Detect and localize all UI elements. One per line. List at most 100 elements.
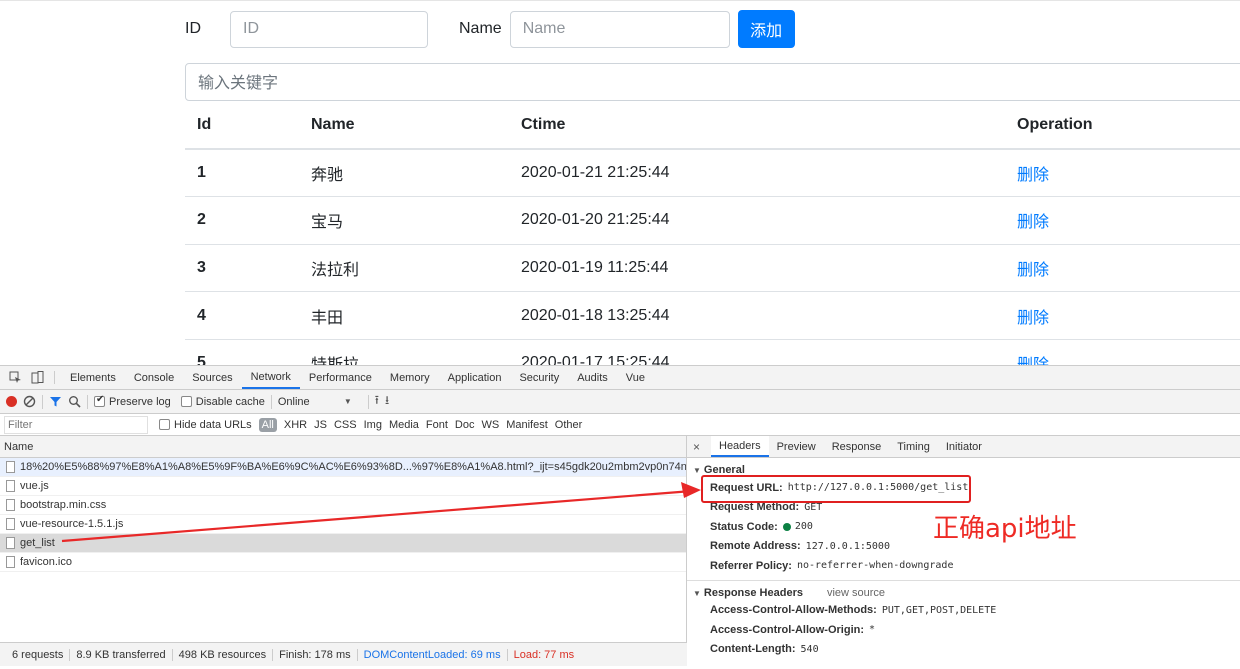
request-row-get-list[interactable]: get_list [0, 534, 686, 553]
car-table: Id Name Ctime Operation 1 奔驰 2020-01-21 … [185, 101, 1240, 365]
status-domcontentloaded: DOMContentLoaded: 69 ms [358, 648, 508, 661]
file-icon [6, 518, 15, 530]
detail-tab-bar: × Headers Preview Response Timing Initia… [687, 436, 1240, 458]
referrer-policy-row: Referrer Policy: no-referrer-when-downgra… [710, 559, 954, 572]
status-ok-icon [782, 522, 791, 531]
view-source-link[interactable]: view source [827, 587, 885, 599]
type-filter-js[interactable]: JS [314, 419, 327, 431]
search-input[interactable] [185, 63, 1240, 101]
triangle-down-icon: ▼ [693, 466, 701, 475]
tab-preview[interactable]: Preview [769, 436, 824, 457]
type-filter-doc[interactable]: Doc [455, 419, 475, 431]
delete-link[interactable]: 删除 [1017, 212, 1049, 231]
type-filter-all[interactable]: All [258, 417, 277, 432]
search-icon[interactable] [68, 395, 81, 408]
throttle-select[interactable]: Online [278, 396, 338, 408]
request-row[interactable]: bootstrap.min.css [0, 496, 686, 515]
tab-vue[interactable]: Vue [617, 366, 654, 389]
request-row[interactable]: 18%20%E5%88%97%E8%A1%A8%E5%9F%BA%E6%9C%A… [0, 458, 686, 477]
cell-ctime: 2020-01-17 15:25:44 [509, 339, 1005, 365]
close-icon[interactable]: × [693, 436, 711, 457]
type-filter-media[interactable]: Media [389, 419, 419, 431]
network-status-bar: 6 requests 8.9 KB transferred 498 KB res… [0, 642, 687, 666]
type-filter-img[interactable]: Img [364, 419, 382, 431]
type-filter-css[interactable]: CSS [334, 419, 357, 431]
request-url-highlight-box [701, 475, 971, 503]
status-finish: Finish: 178 ms [273, 648, 358, 661]
file-icon [6, 461, 15, 473]
table-header-row: Id Name Ctime Operation [185, 101, 1240, 150]
tab-application[interactable]: Application [439, 366, 511, 389]
type-filter-xhr[interactable]: XHR [284, 419, 307, 431]
response-header-row: Access-Control-Allow-Origin: * [710, 623, 876, 636]
tab-console[interactable]: Console [125, 366, 183, 389]
tab-elements[interactable]: Elements [61, 366, 125, 389]
tab-headers[interactable]: Headers [711, 436, 769, 457]
id-input[interactable] [230, 10, 428, 48]
record-icon[interactable] [6, 396, 17, 407]
file-icon [6, 556, 15, 568]
add-button[interactable]: 添加 [737, 10, 795, 48]
cell-name: 特斯拉 [299, 339, 509, 365]
tab-memory[interactable]: Memory [381, 366, 439, 389]
delete-link[interactable]: 删除 [1017, 355, 1049, 365]
hide-data-urls-checkbox[interactable]: Hide data URLs [159, 419, 252, 431]
table-row: 4 丰田 2020-01-18 13:25:44 删除 [185, 291, 1240, 340]
tab-audits[interactable]: Audits [568, 366, 617, 389]
tab-security[interactable]: Security [510, 366, 568, 389]
clear-icon[interactable] [23, 395, 36, 408]
request-row[interactable]: vue.js [0, 477, 686, 496]
delete-link[interactable]: 删除 [1017, 165, 1049, 184]
cell-name: 丰田 [299, 291, 509, 340]
cell-name: 奔驰 [299, 149, 509, 198]
name-label: Name [459, 20, 502, 37]
request-detail-pane: × Headers Preview Response Timing Initia… [687, 436, 1240, 669]
status-resources: 498 KB resources [173, 648, 274, 661]
device-toolbar-icon[interactable] [26, 366, 48, 389]
status-load: Load: 77 ms [513, 648, 575, 661]
export-har-icon[interactable]: ⭳ [385, 391, 389, 412]
devtools-tab-bar: Elements Console Sources Network Perform… [0, 366, 1240, 390]
type-filter-ws[interactable]: WS [481, 419, 499, 431]
tab-initiator[interactable]: Initiator [938, 436, 990, 457]
tab-network[interactable]: Network [241, 366, 300, 389]
col-header-ctime: Ctime [509, 101, 1005, 150]
response-header-row: Content-Length: 540 [710, 643, 819, 656]
file-icon [6, 499, 15, 511]
file-icon [6, 480, 15, 492]
cell-ctime: 2020-01-18 13:25:44 [509, 291, 1005, 340]
disable-cache-checkbox[interactable]: Disable cache [180, 396, 265, 408]
col-header-operation: Operation [1005, 101, 1240, 150]
table-row: 5 特斯拉 2020-01-17 15:25:44 删除 [185, 339, 1240, 365]
request-row[interactable]: vue-resource-1.5.1.js [0, 515, 686, 534]
tab-timing[interactable]: Timing [889, 436, 938, 457]
response-headers-toggle[interactable]: ▼ Response Headers view source [687, 587, 1240, 601]
request-row[interactable]: favicon.ico [0, 553, 686, 572]
name-input[interactable] [509, 10, 730, 48]
type-filter-manifest[interactable]: Manifest [506, 419, 548, 431]
cell-id: 5 [185, 339, 299, 365]
response-header-row: Access-Control-Allow-Methods: PUT,GET,POS… [710, 604, 997, 617]
type-filter-other[interactable]: Other [555, 419, 583, 431]
table-row: 1 奔驰 2020-01-21 21:25:44 删除 [185, 149, 1240, 198]
preserve-log-checkbox[interactable]: Preserve log [94, 394, 171, 408]
status-transferred: 8.9 KB transferred [70, 648, 173, 661]
chevron-down-icon[interactable]: ▼ [344, 397, 352, 406]
delete-link[interactable]: 删除 [1017, 308, 1049, 327]
cell-id: 2 [185, 196, 299, 245]
cell-name: 法拉利 [299, 244, 509, 293]
cell-id: 4 [185, 291, 299, 340]
type-filter-font[interactable]: Font [426, 419, 448, 431]
import-har-icon[interactable]: ⭱ [375, 391, 379, 412]
inspect-element-icon[interactable] [4, 366, 26, 389]
filter-input[interactable] [4, 415, 148, 434]
cell-id: 3 [185, 244, 299, 293]
filter-bar: Hide data URLs All XHR JS CSS Img Media … [0, 414, 1240, 436]
tab-performance[interactable]: Performance [300, 366, 381, 389]
table-row: 3 法拉利 2020-01-19 11:25:44 删除 [185, 244, 1240, 293]
tab-sources[interactable]: Sources [183, 366, 241, 389]
tab-response[interactable]: Response [824, 436, 890, 457]
name-column-header[interactable]: Name [0, 436, 686, 458]
filter-icon[interactable] [49, 395, 62, 408]
delete-link[interactable]: 删除 [1017, 260, 1049, 279]
